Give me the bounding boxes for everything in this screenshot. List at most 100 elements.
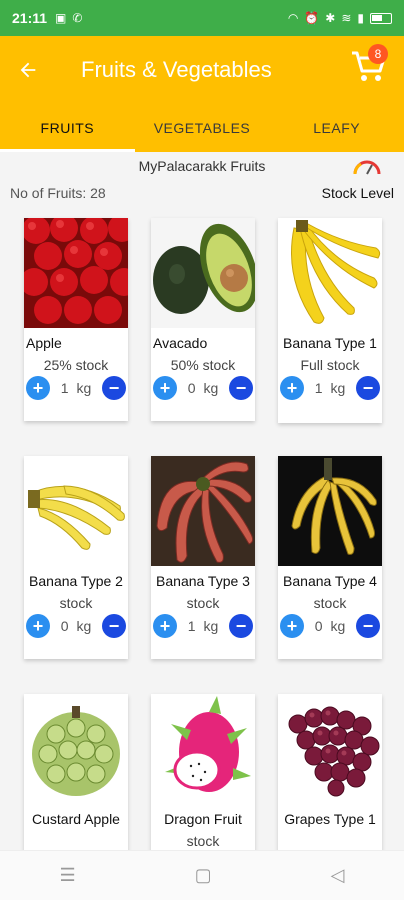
increase-button[interactable]: + bbox=[26, 614, 50, 638]
product-stock: stock bbox=[186, 595, 220, 611]
product-name: Custard Apple bbox=[32, 811, 120, 827]
quantity-control: + 1 kg − bbox=[24, 376, 128, 400]
quantity-display: 0 kg bbox=[61, 618, 92, 634]
tab-fruits[interactable]: FRUITS bbox=[0, 104, 135, 152]
store-name: MyPalacarakk Fruits bbox=[138, 158, 266, 174]
status-notification-icons: ▣ ✆ bbox=[55, 11, 82, 25]
quantity-display: 1 kg bbox=[315, 380, 346, 396]
quantity-control: + 0 kg − bbox=[278, 614, 382, 638]
tab-vegetables[interactable]: VEGETABLES bbox=[135, 104, 270, 152]
increase-button[interactable]: + bbox=[153, 614, 177, 638]
avacado-image bbox=[151, 218, 255, 328]
quantity-display: 1 kg bbox=[188, 618, 219, 634]
quantity-value: 1 bbox=[187, 618, 196, 634]
message-icon: ▣ bbox=[55, 11, 67, 25]
product-stock: stock bbox=[59, 595, 93, 611]
product-stock: 50% stock bbox=[170, 357, 236, 373]
increase-button[interactable]: + bbox=[280, 614, 304, 638]
stock-gauge-icon bbox=[353, 160, 381, 175]
category-tabs: FRUITS VEGETABLES LEAFY bbox=[0, 104, 404, 152]
banana-type-2-image bbox=[24, 456, 128, 566]
banana-type-4-image bbox=[278, 456, 382, 566]
decrease-button[interactable]: − bbox=[229, 376, 253, 400]
bluetooth-icon: ✱ bbox=[325, 11, 336, 25]
product-card-avacado[interactable]: Avacado 50% stock + 0 kg − bbox=[151, 218, 255, 421]
grapes-type-1-image bbox=[278, 694, 382, 804]
product-stock: stock bbox=[313, 595, 347, 611]
fruit-count: No of Fruits: 28 bbox=[10, 185, 106, 201]
product-card-dragon-fruit[interactable]: Dragon Fruit stock bbox=[151, 694, 255, 854]
home-icon[interactable]: ▢ bbox=[195, 865, 212, 886]
cart-button[interactable]: 8 bbox=[350, 42, 390, 86]
product-card-banana-type-1[interactable]: Banana Type 1 Full stock + 1 kg − bbox=[278, 218, 382, 423]
decrease-button[interactable]: − bbox=[102, 614, 126, 638]
quantity-control: + 1 kg − bbox=[151, 614, 255, 638]
quantity-display: 0 kg bbox=[188, 380, 219, 396]
menu-icon[interactable]: ☰ bbox=[60, 865, 76, 886]
product-name: Apple bbox=[26, 335, 62, 351]
stock-level-label[interactable]: Stock Level bbox=[322, 185, 394, 201]
quantity-control: + 0 kg − bbox=[151, 376, 255, 400]
product-name: Banana Type 2 bbox=[29, 573, 123, 589]
quantity-display: 0 kg bbox=[315, 618, 346, 634]
product-name: Avacado bbox=[153, 335, 208, 351]
status-system-icons: ◠ ⏰ ✱ ≋ ▮ bbox=[288, 11, 392, 25]
back-icon[interactable]: ◁ bbox=[331, 865, 345, 886]
quantity-control: + 0 kg − bbox=[24, 614, 128, 638]
decrease-button[interactable]: − bbox=[356, 376, 380, 400]
quantity-unit: kg bbox=[330, 618, 346, 634]
apple-image bbox=[24, 218, 128, 328]
whatsapp-icon: ✆ bbox=[72, 11, 83, 25]
quantity-unit: kg bbox=[76, 380, 92, 396]
product-card-banana-type-2[interactable]: Banana Type 2 stock + 0 kg − bbox=[24, 456, 128, 659]
arrow-left-icon bbox=[20, 62, 36, 78]
wifi-icon: ≋ bbox=[341, 11, 352, 25]
page-title: Fruits & Vegetables bbox=[81, 57, 272, 82]
dragon-fruit-image bbox=[151, 694, 255, 804]
status-time: 21:11 bbox=[12, 10, 48, 26]
product-card-banana-type-3[interactable]: Banana Type 3 stock + 1 kg − bbox=[151, 456, 255, 659]
increase-button[interactable]: + bbox=[153, 376, 177, 400]
app-bar: Fruits & Vegetables 8 bbox=[0, 36, 404, 104]
product-card-grapes-type-1[interactable]: Grapes Type 1 bbox=[278, 694, 382, 854]
decrease-button[interactable]: − bbox=[356, 614, 380, 638]
product-card-custard-apple[interactable]: Custard Apple bbox=[24, 694, 128, 854]
quantity-unit: kg bbox=[330, 380, 346, 396]
product-name: Banana Type 1 bbox=[283, 335, 377, 351]
quantity-value: 0 bbox=[314, 618, 323, 634]
quantity-unit: kg bbox=[203, 618, 219, 634]
product-name: Banana Type 4 bbox=[283, 573, 377, 589]
alarm-icon: ⏰ bbox=[304, 11, 320, 25]
product-name: Dragon Fruit bbox=[164, 811, 242, 827]
custard-apple-image bbox=[24, 694, 128, 804]
app-root: 21:11 ▣ ✆ ◠ ⏰ ✱ ≋ ▮ Fruits & Vegetables … bbox=[0, 0, 404, 900]
quantity-control: + 1 kg − bbox=[278, 376, 382, 400]
product-stock: 25% stock bbox=[43, 357, 109, 373]
banana-type-3-image bbox=[151, 456, 255, 566]
quantity-display: 1 kg bbox=[61, 380, 92, 396]
quantity-unit: kg bbox=[203, 380, 219, 396]
battery-icon bbox=[370, 12, 392, 24]
product-stock: Full stock bbox=[300, 357, 360, 373]
quantity-value: 1 bbox=[60, 380, 69, 396]
increase-button[interactable]: + bbox=[26, 376, 50, 400]
product-card-apple[interactable]: Apple 25% stock + 1 kg − bbox=[24, 218, 128, 421]
banana-type-1-image bbox=[278, 218, 382, 328]
decrease-button[interactable]: − bbox=[229, 614, 253, 638]
product-stock: stock bbox=[186, 833, 220, 849]
decrease-button[interactable]: − bbox=[102, 376, 126, 400]
quantity-unit: kg bbox=[76, 618, 92, 634]
cart-count-badge: 8 bbox=[368, 44, 388, 64]
quantity-value: 0 bbox=[60, 618, 69, 634]
increase-button[interactable]: + bbox=[280, 376, 304, 400]
tab-leafy[interactable]: LEAFY bbox=[269, 104, 404, 152]
quantity-value: 0 bbox=[187, 380, 196, 396]
product-name: Grapes Type 1 bbox=[284, 811, 376, 827]
quantity-value: 1 bbox=[314, 380, 323, 396]
status-bar: 21:11 ▣ ✆ ◠ ⏰ ✱ ≋ ▮ bbox=[0, 0, 404, 36]
back-button[interactable] bbox=[0, 36, 56, 104]
product-card-banana-type-4[interactable]: Banana Type 4 stock + 0 kg − bbox=[278, 456, 382, 659]
headset-icon: ◠ bbox=[287, 11, 299, 25]
product-name: Banana Type 3 bbox=[156, 573, 250, 589]
system-nav-bar: ☰ ▢ ◁ bbox=[0, 850, 404, 900]
